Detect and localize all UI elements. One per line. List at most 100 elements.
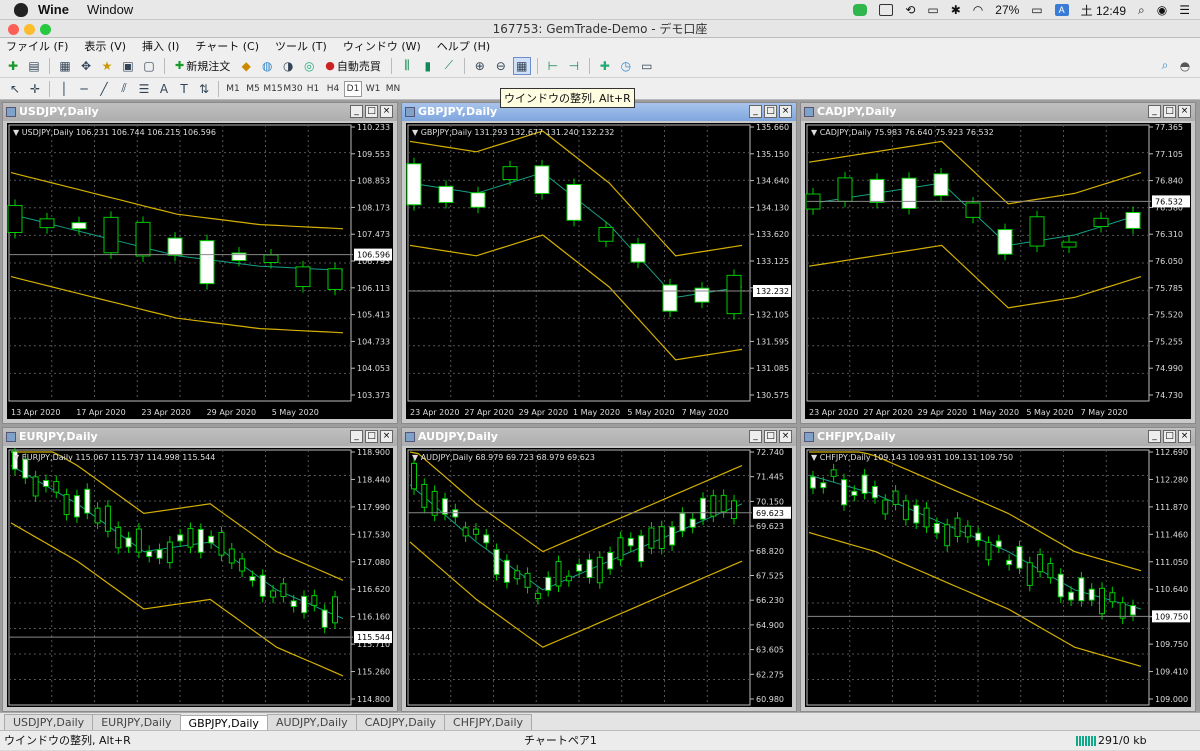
minimize-chart-button[interactable]: _ — [350, 430, 363, 443]
maximize-chart-button[interactable]: □ — [365, 105, 378, 118]
timeframe-d1[interactable]: D1 — [344, 80, 362, 97]
timeframe-m15[interactable]: M15 — [263, 81, 282, 97]
metaeditor-icon[interactable]: ◆ — [237, 57, 255, 75]
close-chart-button[interactable]: × — [779, 430, 792, 443]
zoom-out-icon[interactable]: ⊖ — [492, 57, 510, 75]
airplay-icon[interactable]: ▭ — [927, 3, 938, 17]
minimize-chart-button[interactable]: _ — [350, 105, 363, 118]
data-window-icon[interactable]: ✥ — [77, 57, 95, 75]
timeframe-h4[interactable]: H4 — [324, 81, 342, 97]
chart-window-titlebar[interactable]: CHFJPY,Daily _ □ × — [801, 428, 1195, 446]
auto-trading-button[interactable]: ● 自動売買 — [321, 57, 385, 75]
maximize-chart-button[interactable]: □ — [1163, 430, 1176, 443]
timeframe-w1[interactable]: W1 — [364, 81, 382, 97]
periods-icon[interactable]: ◷ — [617, 57, 635, 75]
chart-window-titlebar[interactable]: AUDJPY,Daily _ □ × — [402, 428, 796, 446]
tab-gbpjpy[interactable]: GBPJPY,Daily — [179, 715, 268, 731]
chart-window-eurjpy[interactable]: EURJPY,Daily _ □ × 118.900 118.440 117.990 11… — [2, 427, 398, 712]
bluetooth-icon[interactable]: ✱ — [951, 3, 961, 17]
text-label-icon[interactable]: T — [175, 80, 193, 98]
close-chart-button[interactable]: × — [779, 105, 792, 118]
menu-view[interactable]: 表示 (V) — [84, 38, 126, 54]
chart-window-audjpy[interactable]: AUDJPY,Daily _ □ × 72.740 71.445 70.150 69.62… — [401, 427, 797, 712]
menu-icon[interactable]: ☰ — [1179, 3, 1190, 17]
menu-file[interactable]: ファイル (F) — [6, 38, 68, 54]
close-window-button[interactable] — [8, 24, 19, 35]
timeframe-h1[interactable]: H1 — [304, 81, 322, 97]
timeframe-mn[interactable]: MN — [384, 81, 402, 97]
chart-canvas[interactable]: 72.740 71.445 70.150 69.623 68.820 67.525 66.2… — [406, 448, 792, 707]
timeframe-m5[interactable]: M5 — [244, 81, 262, 97]
menu-window[interactable]: ウィンドウ (W) — [343, 38, 421, 54]
status-profile[interactable]: チャートペア1 — [524, 731, 597, 751]
market-icon[interactable]: ◑ — [279, 57, 297, 75]
zoom-window-button[interactable] — [40, 24, 51, 35]
chart-window-titlebar[interactable]: CADJPY,Daily _ □ × — [801, 103, 1195, 121]
menu-help[interactable]: ヘルプ (H) — [437, 38, 490, 54]
chart-window-usdjpy[interactable]: USDJPY,Daily _ □ × 110.233 109.553 108.853 10… — [2, 102, 398, 424]
vertical-line-icon[interactable]: │ — [55, 80, 73, 98]
app-menu[interactable]: Wine — [38, 2, 69, 17]
minimize-chart-button[interactable]: _ — [1148, 430, 1161, 443]
candlestick-icon[interactable]: ▮ — [419, 57, 437, 75]
navigator-icon[interactable]: ★ — [98, 57, 116, 75]
menu-tools[interactable]: ツール (T) — [275, 38, 327, 54]
market-watch-icon[interactable]: ▦ — [56, 57, 74, 75]
maximize-chart-button[interactable]: □ — [764, 105, 777, 118]
minimize-chart-button[interactable]: _ — [749, 105, 762, 118]
indicators-icon[interactable]: ✚ — [596, 57, 614, 75]
tab-audjpy[interactable]: AUDJPY,Daily — [266, 714, 357, 730]
user-icon[interactable]: ◉ — [1157, 3, 1167, 17]
close-chart-button[interactable]: × — [380, 430, 393, 443]
minimize-window-button[interactable] — [24, 24, 35, 35]
chart-canvas[interactable]: 118.900 118.440 117.990 117.530 117.080 116.6… — [7, 448, 393, 707]
maximize-chart-button[interactable]: □ — [1163, 105, 1176, 118]
line-chart-icon[interactable]: ⟋ — [440, 57, 458, 75]
search-icon[interactable]: ⌕ — [1138, 3, 1145, 18]
chart-window-titlebar[interactable]: EURJPY,Daily _ □ × — [3, 428, 397, 446]
close-chart-button[interactable]: × — [1178, 430, 1191, 443]
input-source-icon[interactable]: A — [1054, 4, 1069, 16]
chat-icon[interactable]: ◓ — [1176, 57, 1194, 75]
text-icon[interactable]: A — [155, 80, 173, 98]
clock[interactable]: 土 12:49 — [1081, 2, 1126, 19]
time-machine-icon[interactable]: ⟲ — [905, 3, 915, 17]
chart-window-cadjpy[interactable]: CADJPY,Daily _ □ × 77.365 77.105 76.840 76.58… — [800, 102, 1196, 424]
line-icon[interactable] — [853, 4, 868, 16]
tab-chfjpy[interactable]: CHFJPY,Daily — [444, 714, 533, 730]
channel-icon[interactable]: ⫽ — [115, 80, 133, 98]
signals-icon[interactable]: ◍ — [258, 57, 276, 75]
fibonacci-icon[interactable]: ☰ — [135, 80, 153, 98]
minimize-chart-button[interactable]: _ — [1148, 105, 1161, 118]
new-order-button[interactable]: ✚ 新規注文 — [171, 57, 234, 75]
templates-icon[interactable]: ▭ — [638, 57, 656, 75]
tab-usdjpy[interactable]: USDJPY,Daily — [4, 714, 94, 730]
chart-canvas[interactable]: 110.233 109.553 108.853 108.173 107.473 106.7… — [7, 123, 393, 419]
zoom-in-icon[interactable]: ⊕ — [471, 57, 489, 75]
wifi-icon[interactable]: ◠ — [973, 3, 983, 17]
chart-canvas[interactable]: 77.365 77.105 76.840 76.580 76.310 76.050 75.7… — [805, 123, 1191, 419]
menu-chart[interactable]: チャート (C) — [195, 38, 259, 54]
minimize-chart-button[interactable]: _ — [749, 430, 762, 443]
new-chart-icon[interactable]: ✚ — [4, 57, 22, 75]
timeframe-m1[interactable]: M1 — [224, 81, 242, 97]
tab-eurjpy[interactable]: EURJPY,Daily — [92, 714, 181, 730]
close-chart-button[interactable]: × — [380, 105, 393, 118]
bar-chart-icon[interactable]: ⫼ — [398, 57, 416, 75]
battery-icon[interactable]: ▭ — [1031, 3, 1042, 17]
horizontal-line-icon[interactable]: ─ — [75, 80, 93, 98]
chart-canvas[interactable]: 135.660 135.150 134.640 134.130 133.620 133.1… — [406, 123, 792, 419]
search-tool-icon[interactable]: ⌕ — [1156, 57, 1174, 75]
terminal-icon[interactable]: ▣ — [119, 57, 137, 75]
menu-insert[interactable]: 挿入 (I) — [142, 38, 179, 54]
grid-icon[interactable] — [879, 4, 894, 16]
cursor-icon[interactable]: ↖ — [6, 80, 24, 98]
chart-window-chfjpy[interactable]: CHFJPY,Daily _ □ × 112.690 112.280 111.870 11… — [800, 427, 1196, 712]
chart-window-gbpjpy[interactable]: GBPJPY,Daily _ □ × 135.660 135.150 134.640 13… — [401, 102, 797, 424]
window-menu[interactable]: Window — [87, 2, 133, 17]
vps-icon[interactable]: ◎ — [300, 57, 318, 75]
maximize-chart-button[interactable]: □ — [365, 430, 378, 443]
crosshair-icon[interactable]: ✛ — [26, 80, 44, 98]
maximize-chart-button[interactable]: □ — [764, 430, 777, 443]
chart-window-titlebar[interactable]: USDJPY,Daily _ □ × — [3, 103, 397, 121]
